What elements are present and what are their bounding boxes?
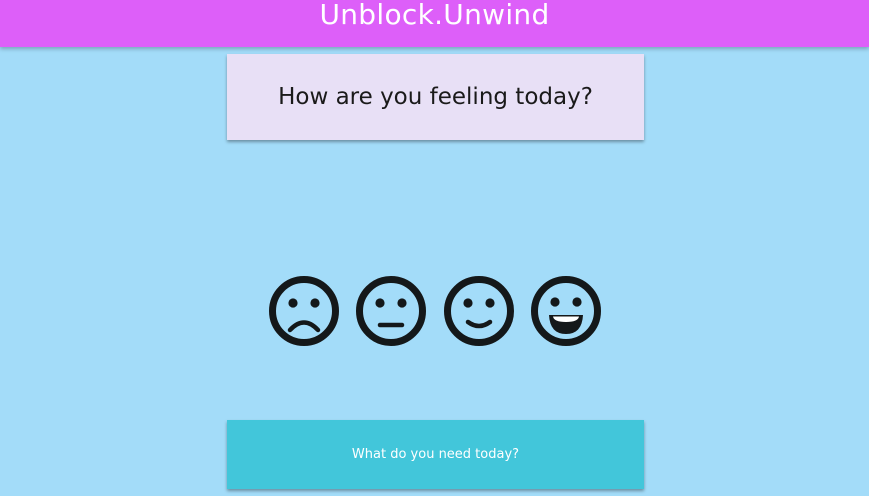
- mood-sad-button[interactable]: [268, 275, 340, 347]
- app-title: Unblock.Unwind: [319, 0, 550, 31]
- mood-neutral-button[interactable]: [355, 275, 427, 347]
- what-do-you-need-button[interactable]: What do you need today?: [227, 420, 644, 489]
- mood-content-button[interactable]: [443, 275, 515, 347]
- question-card: How are you feeling today?: [227, 54, 644, 140]
- mood-selector: [266, 275, 606, 347]
- grinning-face-icon: [531, 276, 601, 346]
- mood-happy-button[interactable]: [530, 275, 602, 347]
- page: Unblock.Unwind How are you feeling today…: [0, 0, 869, 496]
- sad-face-icon: [269, 276, 339, 346]
- app-header: Unblock.Unwind: [0, 0, 869, 47]
- what-do-you-need-label: What do you need today?: [351, 447, 520, 462]
- question-heading: How are you feeling today?: [278, 84, 593, 110]
- slight-smile-face-icon: [444, 276, 514, 346]
- neutral-face-icon: [356, 276, 426, 346]
